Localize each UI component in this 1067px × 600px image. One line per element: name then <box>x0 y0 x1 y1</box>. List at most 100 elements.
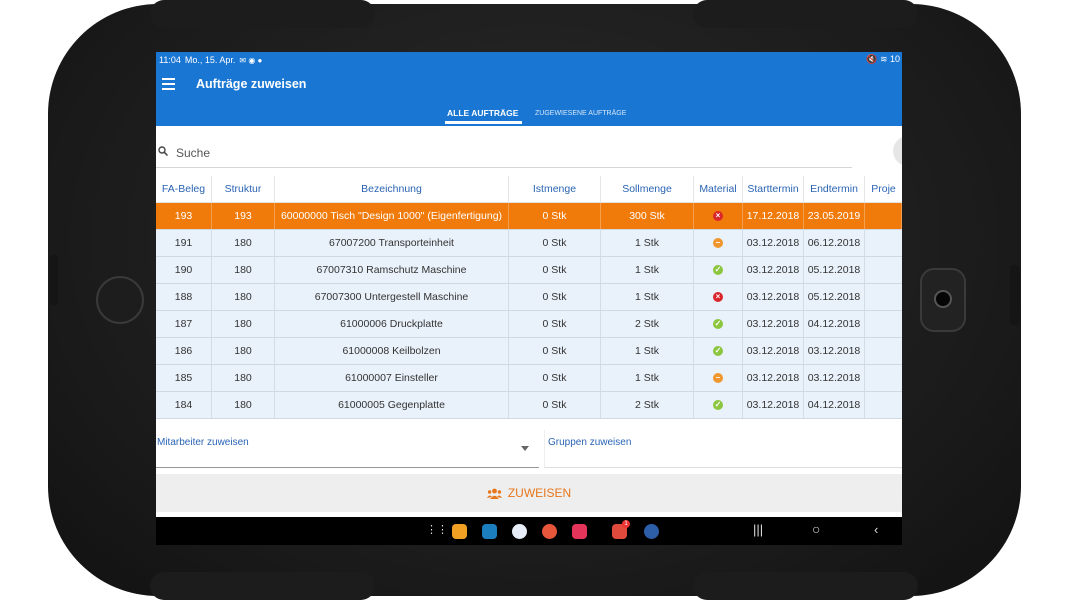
cell-bezeichnung: 60000000 Tisch "Design 1000" (Eigenferti… <box>275 203 509 229</box>
active-tab-indicator <box>445 121 522 124</box>
table-row[interactable]: 191 180 67007200 Transporteinheit 0 Stk 1 St… <box>156 230 902 257</box>
recent-apps-icon[interactable]: ||| <box>753 522 763 537</box>
cell-ist: 0 Stk <box>509 203 601 229</box>
employee-select[interactable]: Mitarbeiter zuweisen <box>156 430 539 468</box>
menu-icon[interactable] <box>162 78 175 90</box>
cell-beleg: 187 <box>156 311 212 337</box>
table-row[interactable]: 184 180 61000005 Gegenplatte 0 Stk 2 Stk ✓ 03.… <box>156 392 902 419</box>
cell-projekt <box>865 284 902 310</box>
search-input[interactable] <box>176 141 776 165</box>
tablet-screen: 11:04 Mo., 15. Apr. ✉ ◉ ● 🔇 ≋ 10 Aufträg… <box>156 52 902 545</box>
tab-all-orders[interactable]: ALLE AUFTRÄGE <box>447 108 518 118</box>
cell-projekt <box>865 311 902 337</box>
side-button-right <box>1010 265 1020 325</box>
group-select[interactable]: Gruppen zuweisen <box>544 430 902 468</box>
column-header-fa-beleg[interactable]: FA-Beleg <box>156 176 212 202</box>
material-status-cell: × <box>694 284 743 310</box>
cell-struktur: 193 <box>212 203 275 229</box>
cell-ist: 0 Stk <box>509 392 601 418</box>
cell-struktur: 180 <box>212 230 275 256</box>
contacts-app-icon[interactable] <box>542 524 557 539</box>
tab-assigned-orders[interactable]: ZUGEWIESENE AUFTRÄGE <box>535 110 626 117</box>
table-row[interactable]: 186 180 61000008 Keilbolzen 0 Stk 1 Stk ✓ 03.1… <box>156 338 902 365</box>
back-nav-icon[interactable]: ‹ <box>874 522 878 537</box>
material-status-cell: × <box>694 203 743 229</box>
cell-struktur: 180 <box>212 365 275 391</box>
material-status-cell: ✓ <box>694 392 743 418</box>
cell-end: 03.12.2018 <box>804 365 865 391</box>
cell-start: 03.12.2018 <box>743 338 804 364</box>
notification-icons: ✉ ◉ ● <box>239 55 263 65</box>
calendar-app-icon[interactable] <box>482 524 497 539</box>
column-header-projekt[interactable]: Proje <box>865 176 902 202</box>
cell-soll: 2 Stk <box>601 311 694 337</box>
table-row[interactable]: 188 180 67007300 Untergestell Maschine 0 St… <box>156 284 902 311</box>
cell-projekt <box>865 203 902 229</box>
cell-bezeichnung: 61000005 Gegenplatte <box>275 392 509 418</box>
cell-bezeichnung: 67007200 Transporteinheit <box>275 230 509 256</box>
cell-projekt <box>865 338 902 364</box>
action-button-partial[interactable] <box>893 136 902 166</box>
cell-struktur: 180 <box>212 311 275 337</box>
table-row[interactable]: 185 180 61000007 Einsteller 0 Stk 1 Stk – 03.1… <box>156 365 902 392</box>
battery-level: 10 <box>889 54 900 64</box>
cell-end: 04.12.2018 <box>804 392 865 418</box>
cell-start: 03.12.2018 <box>743 365 804 391</box>
column-header-material[interactable]: Material <box>694 176 743 202</box>
tab-bar: ALLE AUFTRÄGE ZUGEWIESENE AUFTRÄGE <box>156 106 902 126</box>
case-bumper-bottom-right <box>693 572 918 600</box>
cell-struktur: 180 <box>212 392 275 418</box>
settings-app-icon[interactable] <box>644 524 659 539</box>
camera-housing <box>920 268 966 332</box>
cell-ist: 0 Stk <box>509 365 601 391</box>
cell-bezeichnung: 61000006 Druckplatte <box>275 311 509 337</box>
status-bar: 11:04 Mo., 15. Apr. ✉ ◉ ● 🔇 ≋ 10 <box>156 52 902 68</box>
cell-soll: 1 Stk <box>601 284 694 310</box>
material-status-orange-icon: – <box>713 238 723 248</box>
messages-app-icon[interactable] <box>512 524 527 539</box>
cell-soll: 2 Stk <box>601 392 694 418</box>
column-header-bezeichnung[interactable]: Bezeichnung <box>275 176 509 202</box>
cell-start: 03.12.2018 <box>743 230 804 256</box>
cell-projekt <box>865 392 902 418</box>
files-app-icon[interactable] <box>452 524 467 539</box>
assign-button-label: ZUWEISEN <box>507 486 572 500</box>
case-bumper-bottom-left <box>150 572 375 600</box>
material-status-cell: ✓ <box>694 338 743 364</box>
dropdown-caret-icon[interactable] <box>521 446 529 451</box>
cell-start: 17.12.2018 <box>743 203 804 229</box>
column-header-struktur[interactable]: Struktur <box>212 176 275 202</box>
material-status-green-icon: ✓ <box>713 400 723 410</box>
cell-start: 03.12.2018 <box>743 311 804 337</box>
cell-start: 03.12.2018 <box>743 257 804 283</box>
search-icon <box>158 146 168 156</box>
cell-projekt <box>865 257 902 283</box>
home-button <box>96 276 144 324</box>
table-row[interactable]: 190 180 67007310 Ramschutz Maschine 0 Stk 1 … <box>156 257 902 284</box>
column-header-sollmenge[interactable]: Sollmenge <box>601 176 694 202</box>
android-nav-bar: ⋮⋮⋮ 1 ||| ○ ‹ <box>156 517 902 545</box>
home-nav-icon[interactable]: ○ <box>812 521 820 537</box>
search-bar <box>156 138 852 168</box>
cell-beleg: 188 <box>156 284 212 310</box>
cell-beleg: 184 <box>156 392 212 418</box>
cell-soll: 300 Stk <box>601 203 694 229</box>
camera-app-icon[interactable] <box>572 524 587 539</box>
status-time: 11:04 <box>159 55 181 65</box>
column-header-istmenge[interactable]: Istmenge <box>509 176 601 202</box>
cell-beleg: 193 <box>156 203 212 229</box>
notification-badge: 1 <box>622 520 630 528</box>
camera-lens-icon <box>934 290 952 308</box>
cell-ist: 0 Stk <box>509 311 601 337</box>
cell-beleg: 191 <box>156 230 212 256</box>
material-status-orange-icon: – <box>713 373 723 383</box>
case-bumper-top-left <box>150 0 375 28</box>
assign-button[interactable]: ZUWEISEN <box>156 474 902 512</box>
column-header-starttermin[interactable]: Starttermin <box>743 176 804 202</box>
table-row[interactable]: 193 193 60000000 Tisch "Design 1000" (Eige… <box>156 203 902 230</box>
cell-end: 05.12.2018 <box>804 257 865 283</box>
table-row[interactable]: 187 180 61000006 Druckplatte 0 Stk 2 Stk ✓ 03.… <box>156 311 902 338</box>
column-header-endtermin[interactable]: Endtermin <box>804 176 865 202</box>
material-status-red-icon: × <box>713 211 723 221</box>
cell-soll: 1 Stk <box>601 230 694 256</box>
